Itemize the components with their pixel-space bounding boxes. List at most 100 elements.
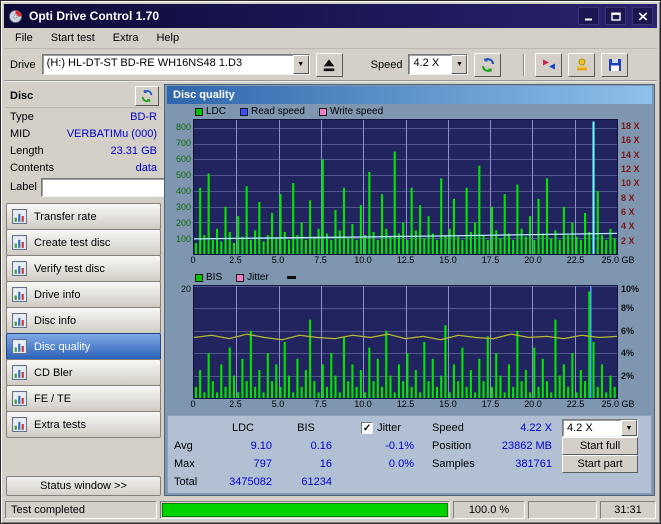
refresh-icon	[141, 89, 153, 102]
results-summary: LDC BIS ✓ Jitter Speed 4.22 X 4.2 X ▼ Av…	[167, 415, 652, 494]
elapsed-time: 31:31	[600, 501, 656, 519]
speed-row-label: Speed	[432, 422, 464, 434]
menu-file[interactable]: File	[6, 29, 42, 47]
hand-coin-button[interactable]	[568, 52, 596, 77]
speed-select[interactable]: 4.2 X ▼	[408, 54, 469, 75]
start-full-button[interactable]: Start full	[562, 437, 638, 455]
save-button[interactable]	[601, 52, 629, 77]
ldc-y-axis-left: 800 700 600 500 400 300 200 100	[175, 122, 191, 244]
bis-column-header: BIS	[297, 422, 315, 434]
legend-jitter: Jitter	[236, 272, 269, 283]
sidebar-item-drive-info[interactable]: Drive info	[6, 281, 161, 308]
samples-value: 381761	[515, 458, 552, 470]
bis-y-axis-right: 10% 8% 6% 4% 2%	[621, 283, 640, 382]
total-label: Total	[174, 476, 198, 488]
chevron-down-icon[interactable]: ▼	[621, 420, 637, 436]
close-button[interactable]	[632, 7, 653, 25]
sidebar-item-disc-info[interactable]: Disc info	[6, 307, 161, 334]
cd-bler-icon	[12, 365, 27, 380]
start-part-button[interactable]: Start part	[562, 455, 638, 473]
position-label: Position	[432, 440, 472, 452]
avg-ldc: 9.10	[250, 440, 272, 452]
status-window-button[interactable]: Status window >>	[6, 476, 161, 496]
sidebar-item-create-test-disc[interactable]: Create test disc	[6, 229, 161, 256]
menu-bar: File Start test Extra Help	[4, 28, 657, 49]
sidebar: Disc Type BD-R MID VERBATIMu (000) Lengt…	[4, 82, 212, 498]
disc-quality-panel: Disc quality LDC Read speed Write speed …	[164, 84, 655, 496]
refresh-button[interactable]	[474, 52, 502, 77]
eject-button[interactable]	[315, 52, 343, 77]
label-label: Label	[10, 181, 37, 193]
sidebar-item-extra-tests[interactable]: Extra tests	[6, 411, 161, 438]
type-label: Type	[10, 110, 34, 123]
drive-info-icon	[12, 287, 27, 302]
summary-max-row: Max 797 16 0.0% Samples 381761 Start par…	[174, 455, 645, 473]
create-test-disc-icon	[12, 235, 27, 250]
label-row: Label	[6, 176, 212, 198]
sidebar-item-fe-te[interactable]: FE / TE	[6, 385, 161, 412]
drive-select-value: (H:) HL-DT-ST BD-RE WH16NS48 1.D3	[46, 57, 243, 69]
sidebar-item-disc-quality[interactable]: Disc quality	[6, 333, 161, 360]
legend-read-speed: Read speed	[240, 106, 305, 117]
window-title: Opti Drive Control 1.70	[29, 9, 160, 23]
contents-label: Contents	[10, 161, 55, 174]
titlebar: Opti Drive Control 1.70	[4, 4, 657, 28]
hand-coin-icon	[576, 58, 587, 70]
read-speed-swatch	[240, 107, 249, 116]
sidebar-item-cd-bler[interactable]: CD Bler	[6, 359, 161, 386]
result-speed-value: 4.2 X	[567, 422, 593, 434]
extra-tests-icon	[12, 417, 27, 432]
disc-header-label: Disc	[10, 89, 34, 102]
drive-select[interactable]: (H:) HL-DT-ST BD-RE WH16NS48 1.D3 ▼	[41, 54, 310, 75]
bis-chart-row: 20 10% 8% 6% 4% 2%	[167, 283, 652, 399]
max-bis: 16	[319, 458, 332, 470]
jitter-label: Jitter	[377, 422, 401, 434]
chevron-down-icon[interactable]: ▼	[292, 55, 309, 74]
transfer-rate-icon	[12, 209, 27, 224]
flags-button[interactable]	[535, 52, 563, 77]
ldc-x-axis: 0 2.5 5.0 7.5 10.0 12.5 15.0 17.5 20.0 22.5 25.0 G…	[190, 255, 635, 265]
eject-icon	[323, 58, 335, 71]
progress-bar	[160, 501, 450, 519]
menu-extra[interactable]: Extra	[104, 29, 148, 47]
toolbar-separator	[523, 53, 526, 76]
info-row-length: Length 23.31 GB	[6, 142, 161, 159]
bis-chart-plot	[193, 285, 618, 399]
bis-y-axis-left: 20	[180, 283, 191, 294]
type-value: BD-R	[130, 110, 157, 123]
floppy-save-icon	[608, 58, 621, 71]
speed-label: Speed	[370, 58, 403, 71]
bis-x-axis: 0 2.5 5.0 7.5 10.0 12.5 15.0 17.5 20.0 22.5 25.0 G…	[190, 399, 635, 409]
minimize-button[interactable]	[578, 7, 599, 25]
mid-value: VERBATIMu (000)	[66, 127, 157, 140]
info-row-mid: MID VERBATIMu (000)	[6, 125, 161, 142]
sidebar-item-transfer-rate[interactable]: Transfer rate	[6, 203, 161, 230]
disc-refresh-button[interactable]	[135, 85, 159, 106]
panel-title: Disc quality	[167, 86, 652, 104]
max-ldc: 797	[253, 458, 272, 470]
app-icon	[8, 9, 23, 24]
disc-section-header: Disc	[6, 84, 161, 108]
speed-select-value: 4.2 X	[413, 57, 440, 69]
status-message: Test completed	[5, 501, 157, 519]
mid-label: MID	[10, 127, 31, 140]
summary-total-row: Total 3475082 61234	[174, 473, 645, 491]
ldc-swatch	[195, 107, 203, 116]
chevron-down-icon[interactable]: ▼	[451, 55, 468, 74]
summary-header-row: LDC BIS ✓ Jitter Speed 4.22 X 4.2 X ▼	[174, 419, 645, 437]
drive-label: Drive	[10, 58, 36, 71]
menu-start-test[interactable]: Start test	[42, 29, 104, 47]
length-value: 23.31 GB	[110, 144, 157, 157]
jitter-checkbox[interactable]: ✓	[361, 422, 374, 434]
content-area: Disc Type BD-R MID VERBATIMu (000) Lengt…	[4, 82, 657, 498]
maximize-button[interactable]	[605, 7, 626, 25]
menu-help[interactable]: Help	[147, 29, 188, 47]
speed-row-value: 4.22 X	[520, 422, 552, 434]
avg-bis: 0.16	[310, 440, 332, 452]
info-row-type: Type BD-R	[6, 108, 161, 125]
result-speed-select[interactable]: 4.2 X ▼	[562, 419, 638, 437]
sidebar-item-verify-test-disc[interactable]: Verify test disc	[6, 255, 161, 282]
total-ldc: 3475082	[229, 476, 272, 488]
contents-value[interactable]: data	[136, 162, 157, 174]
